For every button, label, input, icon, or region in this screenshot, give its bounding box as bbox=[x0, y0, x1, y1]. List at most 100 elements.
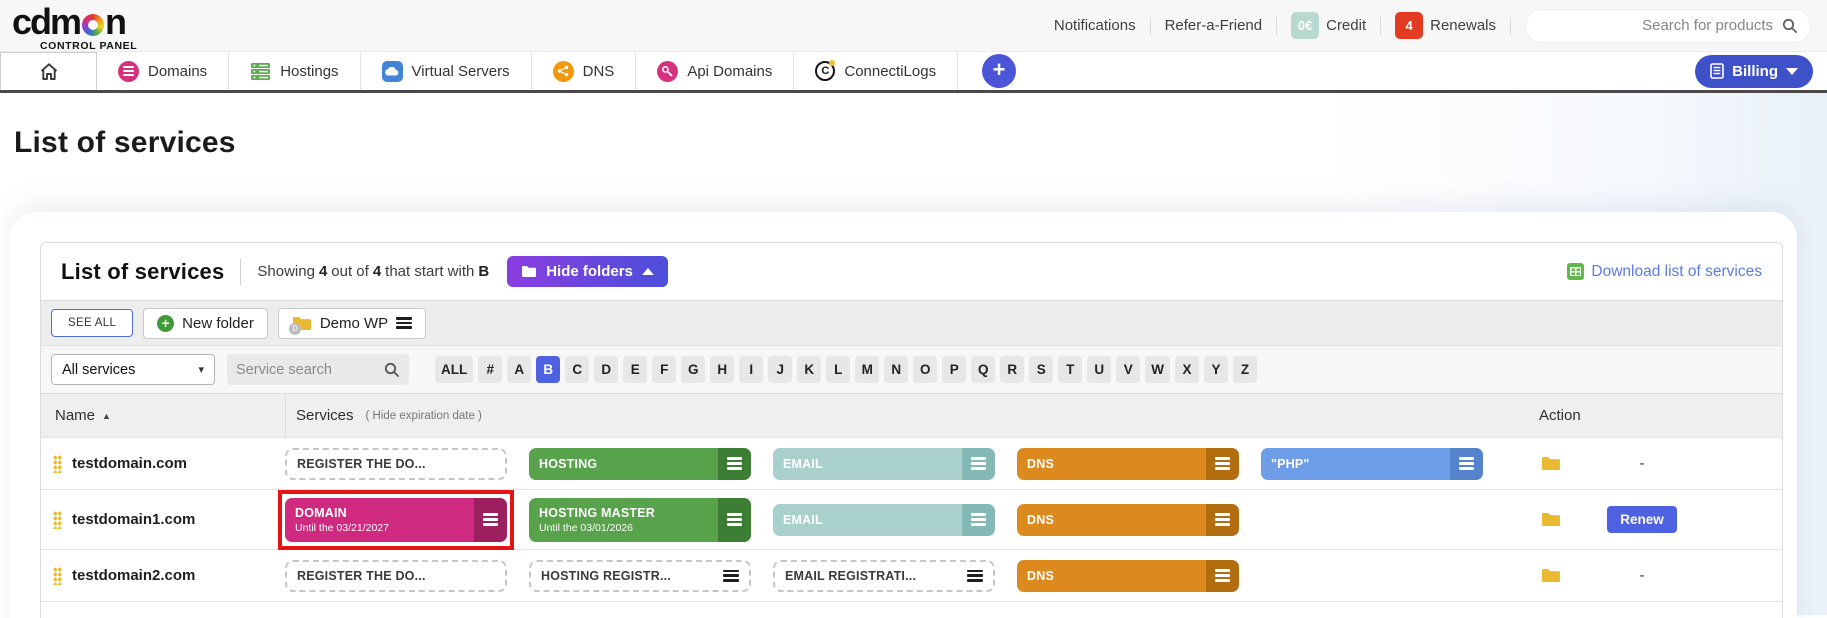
results-summary: Showing 4 out of 4 that start with B bbox=[257, 263, 489, 280]
badge-menu-icon[interactable] bbox=[723, 570, 739, 582]
divider bbox=[1510, 17, 1511, 35]
badge-menu-icon[interactable] bbox=[1206, 504, 1239, 536]
service-badge-register-domain[interactable]: REGISTER THE DO... bbox=[285, 560, 507, 592]
add-service-button[interactable]: + bbox=[982, 54, 1016, 88]
letter-chip-a[interactable]: A bbox=[507, 356, 531, 383]
download-list-link[interactable]: Download list of services bbox=[1567, 263, 1770, 281]
billing-button[interactable]: Billing bbox=[1695, 55, 1813, 88]
sort-asc-icon[interactable]: ▲ bbox=[102, 411, 111, 421]
letter-chip-v[interactable]: V bbox=[1116, 356, 1140, 383]
letter-chip-i[interactable]: I bbox=[739, 356, 763, 383]
renewals-link[interactable]: 4 Renewals bbox=[1395, 12, 1496, 39]
nav-item-connectilogs[interactable]: C ConnectiLogs bbox=[794, 52, 958, 90]
hide-folders-button[interactable]: Hide folders bbox=[507, 256, 668, 287]
letter-chip-w[interactable]: W bbox=[1145, 356, 1170, 383]
credit-link[interactable]: 0€ Credit bbox=[1291, 12, 1366, 39]
service-badge-php[interactable]: "PHP" bbox=[1261, 448, 1483, 480]
domains-icon bbox=[118, 61, 139, 82]
service-badge-hosting-master[interactable]: HOSTING MASTER Until the 03/01/2026 bbox=[529, 498, 751, 542]
name-column-header[interactable]: Name bbox=[55, 407, 95, 424]
letter-chip-q[interactable]: Q bbox=[971, 356, 995, 383]
badge-menu-icon[interactable] bbox=[718, 498, 751, 542]
letter-chip-t[interactable]: T bbox=[1058, 356, 1082, 383]
letter-chip-j[interactable]: J bbox=[768, 356, 792, 383]
nav-item-virtual-servers[interactable]: Virtual Servers bbox=[361, 52, 532, 90]
search-icon[interactable] bbox=[1782, 18, 1798, 34]
letter-chip-e[interactable]: E bbox=[623, 356, 647, 383]
letter-chip-z[interactable]: Z bbox=[1233, 356, 1257, 383]
folder-icon bbox=[521, 265, 537, 278]
letter-chip-y[interactable]: Y bbox=[1204, 356, 1228, 383]
nav-item-dns[interactable]: DNS bbox=[532, 52, 637, 90]
cdmon-logo[interactable]: cdm n CONTROL PANEL bbox=[12, 4, 137, 52]
nav-item-api-domains[interactable]: Api Domains bbox=[636, 52, 794, 90]
hide-expiration-toggle[interactable]: ( Hide expiration date ) bbox=[366, 410, 482, 422]
letter-chip-d[interactable]: D bbox=[594, 356, 618, 383]
move-to-folder-icon[interactable] bbox=[1541, 456, 1561, 471]
letter-chip-h[interactable]: H bbox=[710, 356, 734, 383]
service-badge-email[interactable]: EMAIL bbox=[773, 504, 995, 536]
service-badge-hosting[interactable]: HOSTING bbox=[529, 448, 751, 480]
nav-item-domains[interactable]: Domains bbox=[97, 52, 229, 90]
badge-menu-icon[interactable] bbox=[1450, 448, 1483, 480]
service-badge-email-register[interactable]: EMAIL REGISTRATI... bbox=[773, 560, 995, 592]
letter-chip-b[interactable]: B bbox=[536, 356, 560, 383]
service-badge-dns[interactable]: DNS bbox=[1017, 504, 1239, 536]
folder-menu-icon[interactable] bbox=[396, 317, 412, 329]
nav-label: Domains bbox=[148, 63, 207, 80]
letter-chip-f[interactable]: F bbox=[652, 356, 676, 383]
notifications-link[interactable]: Notifications bbox=[1054, 17, 1136, 34]
badge-menu-icon[interactable] bbox=[718, 448, 751, 480]
main-nav: Domains Hostings Virtual Servers bbox=[0, 52, 1827, 93]
new-folder-button[interactable]: + New folder bbox=[143, 308, 268, 339]
letter-chip-c[interactable]: C bbox=[565, 356, 589, 383]
domain-name[interactable]: testdomain1.com bbox=[72, 511, 195, 528]
filters-bar: All services ▾ ALL#ABCDEFGHIJKLMNOPQRSTU… bbox=[41, 345, 1782, 393]
drag-handle-icon[interactable] bbox=[53, 511, 62, 529]
letter-chip-#[interactable]: # bbox=[478, 356, 502, 383]
letter-chip-o[interactable]: O bbox=[913, 356, 937, 383]
letter-chip-u[interactable]: U bbox=[1087, 356, 1111, 383]
letter-chip-m[interactable]: M bbox=[855, 356, 879, 383]
letter-chip-p[interactable]: P bbox=[942, 356, 966, 383]
spreadsheet-icon bbox=[1567, 263, 1584, 280]
domain-name[interactable]: testdomain2.com bbox=[72, 567, 195, 584]
service-type-select[interactable]: All services ▾ bbox=[51, 354, 215, 385]
folder-demo-wp-button[interactable]: 0 Demo WP bbox=[278, 308, 426, 339]
product-search-input[interactable] bbox=[1540, 17, 1773, 34]
renew-button[interactable]: Renew bbox=[1607, 506, 1677, 533]
refer-a-friend-link[interactable]: Refer-a-Friend bbox=[1165, 17, 1263, 34]
letter-chip-n[interactable]: N bbox=[884, 356, 908, 383]
letter-chip-g[interactable]: G bbox=[681, 356, 705, 383]
nav-home-tab[interactable] bbox=[0, 52, 97, 90]
service-badge-dns[interactable]: DNS bbox=[1017, 560, 1239, 592]
badge-menu-icon[interactable] bbox=[962, 448, 995, 480]
badge-menu-icon[interactable] bbox=[1206, 560, 1239, 592]
letter-chip-r[interactable]: R bbox=[1000, 356, 1024, 383]
badge-menu-icon[interactable] bbox=[474, 498, 507, 542]
badge-menu-icon[interactable] bbox=[962, 504, 995, 536]
nav-item-hostings[interactable]: Hostings bbox=[229, 52, 360, 90]
letter-chip-k[interactable]: K bbox=[797, 356, 821, 383]
see-all-button[interactable]: SEE ALL bbox=[51, 309, 133, 337]
move-to-folder-icon[interactable] bbox=[1541, 568, 1561, 583]
letter-chip-l[interactable]: L bbox=[826, 356, 850, 383]
main-content: List of services List of services Showin… bbox=[0, 93, 1827, 615]
service-badge-email[interactable]: EMAIL bbox=[773, 448, 995, 480]
letter-chip-x[interactable]: X bbox=[1175, 356, 1199, 383]
drag-handle-icon[interactable] bbox=[53, 567, 62, 585]
badge-menu-icon[interactable] bbox=[1206, 448, 1239, 480]
service-badge-hosting-register[interactable]: HOSTING REGISTR... bbox=[529, 560, 751, 592]
domain-name[interactable]: testdomain.com bbox=[72, 455, 187, 472]
move-to-folder-icon[interactable] bbox=[1541, 512, 1561, 527]
service-search-input[interactable] bbox=[236, 362, 380, 378]
badge-menu-icon[interactable] bbox=[967, 570, 983, 582]
letter-chip-s[interactable]: S bbox=[1029, 356, 1053, 383]
service-badge-register-domain[interactable]: REGISTER THE DO... bbox=[285, 448, 507, 480]
service-badge-dns[interactable]: DNS bbox=[1017, 448, 1239, 480]
search-icon[interactable] bbox=[384, 362, 400, 378]
drag-handle-icon[interactable] bbox=[53, 455, 62, 473]
letter-chip-all[interactable]: ALL bbox=[435, 356, 473, 383]
service-badge-domain-highlighted[interactable]: DOMAIN Until the 03/21/2027 bbox=[285, 498, 507, 542]
credit-label: Credit bbox=[1326, 17, 1366, 34]
